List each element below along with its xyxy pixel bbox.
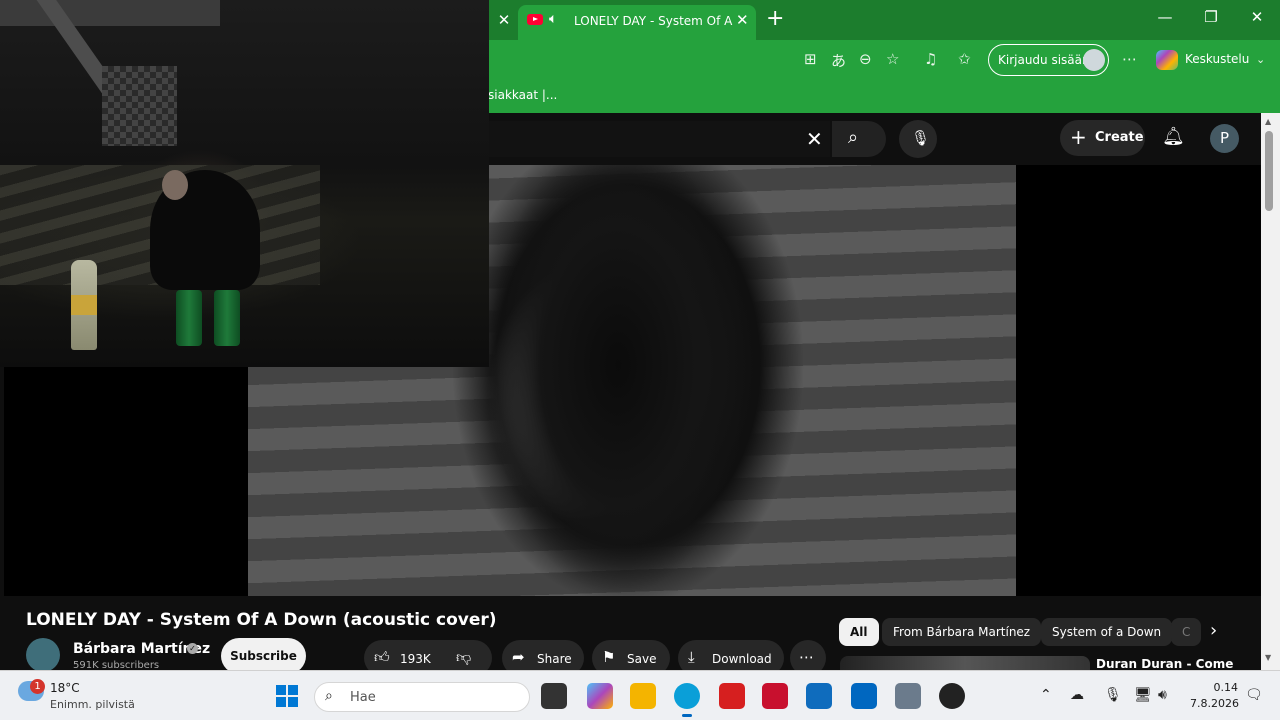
media-control-icon[interactable]: ♫ xyxy=(924,50,937,68)
weather-badge: 1 xyxy=(30,679,45,694)
chevron-right-icon[interactable]: › xyxy=(1210,620,1217,641)
beer-can xyxy=(214,290,240,346)
clock[interactable]: 0.14 7.8.2026 xyxy=(1190,680,1239,712)
copilot-label[interactable]: Keskustelu xyxy=(1185,52,1249,66)
checkered-flag xyxy=(102,66,177,146)
restore-button[interactable]: ❐ xyxy=(1199,8,1223,26)
taskbar-search[interactable]: ⌕ Hae xyxy=(314,682,530,712)
chip-partial[interactable]: C xyxy=(1171,618,1201,646)
outlook-icon[interactable] xyxy=(806,683,832,709)
download-label: Download xyxy=(712,652,772,666)
favorites-icon[interactable]: ✩ xyxy=(958,50,971,68)
favorite-item[interactable]: siakkaat |... xyxy=(488,88,557,102)
start-button[interactable] xyxy=(276,685,298,707)
file-explorer-icon[interactable] xyxy=(630,683,656,709)
minimize-button[interactable]: — xyxy=(1153,8,1177,26)
share-label: Share xyxy=(537,652,572,666)
network-icon[interactable]: 🖥︎ xyxy=(1134,687,1152,703)
clock-date: 7.8.2026 xyxy=(1190,697,1239,710)
edge-browser-icon[interactable] xyxy=(674,683,700,717)
channel-avatar[interactable] xyxy=(26,638,60,672)
profile-avatar-icon xyxy=(1083,49,1105,71)
scroll-down-icon[interactable]: ▼ xyxy=(1265,653,1271,662)
volume-icon[interactable]: 🔊︎ xyxy=(1158,687,1167,703)
close-tab-icon[interactable]: ✕ xyxy=(736,11,749,29)
thumbs-down-icon[interactable]: 👎︎ xyxy=(456,648,471,667)
app-l-icon[interactable] xyxy=(719,683,745,709)
video-subject xyxy=(488,165,748,596)
favorite-star-icon[interactable]: ☆ xyxy=(886,50,899,68)
signin-button[interactable]: Kirjaudu sisään xyxy=(988,44,1109,76)
signin-label: Kirjaudu sisään xyxy=(998,53,1090,67)
app-avatar-icon[interactable] xyxy=(895,683,921,709)
chevron-down-icon[interactable]: ⌄ xyxy=(1256,53,1265,66)
more-options-icon[interactable]: ⋯ xyxy=(1122,50,1137,68)
tab-youtube[interactable]: 🔈︎ LONELY DAY - System Of A Down ✕ xyxy=(518,5,756,40)
bottle-label xyxy=(71,295,97,315)
zoom-icon[interactable]: ⊖ xyxy=(859,50,872,68)
new-tab-button[interactable]: + xyxy=(766,6,784,32)
more-icon: ⋯ xyxy=(799,648,814,666)
recommended-title[interactable]: Duran Duran - Come xyxy=(1096,657,1233,671)
read-aloud-icon[interactable]: あ xyxy=(831,50,846,71)
save-label: Save xyxy=(627,652,657,666)
onedrive-icon[interactable]: ☁ xyxy=(1070,687,1084,703)
beer-can xyxy=(176,290,202,346)
mcafee-icon[interactable] xyxy=(762,683,788,709)
subscribe-button[interactable]: Subscribe xyxy=(221,638,306,674)
chevron-up-icon[interactable]: ⌃ xyxy=(1040,687,1052,703)
chip-all[interactable]: All xyxy=(839,618,879,646)
apps-icon[interactable]: ⊞ xyxy=(804,50,817,68)
clear-search-icon[interactable]: ✕ xyxy=(806,127,823,151)
microphone-icon[interactable]: 🎙︎ xyxy=(1104,687,1122,703)
voice-search-button[interactable]: 🎙︎ xyxy=(899,120,937,158)
search-icon: ⌕ xyxy=(848,127,859,148)
scrollbar-thumb[interactable] xyxy=(1265,131,1273,211)
copilot-icon[interactable] xyxy=(1156,50,1178,70)
create-label: Create xyxy=(1095,130,1144,145)
search-input[interactable] xyxy=(470,121,830,157)
notification-icon[interactable]: 🗨︎ xyxy=(1245,687,1263,703)
download-icon: ⤓ xyxy=(688,648,695,666)
search-placeholder: Hae xyxy=(350,690,376,705)
bottle xyxy=(71,260,97,350)
clock-time: 0.14 xyxy=(1213,681,1239,694)
ceiling-beam xyxy=(0,0,220,26)
account-avatar[interactable]: P xyxy=(1210,124,1239,153)
close-tab-icon[interactable]: ✕ xyxy=(494,8,514,32)
temperature[interactable]: 18°C xyxy=(50,681,80,695)
search-button[interactable]: ⌕ xyxy=(832,121,886,157)
copilot-app-icon[interactable] xyxy=(587,683,613,709)
search-icon: ⌕ xyxy=(325,688,333,704)
like-count[interactable]: 193K xyxy=(400,652,431,666)
page-scrollbar[interactable]: ▲ ▼ xyxy=(1261,113,1280,670)
windows-taskbar: 1 18°C Enimm. pilvistä ⌕ Hae ⌃ ☁ 🎙︎ 🖥︎ 🔊… xyxy=(0,670,1280,720)
plus-icon: + xyxy=(1070,125,1087,149)
video-title: LONELY DAY - System Of A Down (acoustic … xyxy=(26,610,497,630)
person-head xyxy=(162,170,188,200)
youtube-favicon-icon xyxy=(527,14,543,25)
chip-from-channel[interactable]: From Bárbara Martínez xyxy=(882,618,1042,646)
close-window-button[interactable]: ✕ xyxy=(1245,8,1269,26)
speaker-icon[interactable]: 🔈︎ xyxy=(549,11,557,27)
verified-badge-icon: ✓ xyxy=(187,643,198,654)
scroll-up-icon[interactable]: ▲ xyxy=(1265,117,1271,126)
tab-title: LONELY DAY - System Of A Down xyxy=(574,14,734,28)
share-icon: ➦ xyxy=(512,648,525,666)
store-icon[interactable] xyxy=(851,683,877,709)
obs-icon[interactable] xyxy=(939,683,965,709)
chip-system-of-a-down[interactable]: System of a Down xyxy=(1041,618,1173,646)
notifications-bell-icon[interactable]: 🔔︎ xyxy=(1162,126,1185,147)
microphone-icon: 🎙︎ xyxy=(911,129,931,147)
create-button[interactable]: + Create xyxy=(1060,120,1145,156)
thumbs-up-icon[interactable]: 👍︎ xyxy=(374,648,390,667)
bookmark-icon: ⚑ xyxy=(602,648,616,666)
task-view-icon[interactable] xyxy=(541,683,567,709)
weather-condition[interactable]: Enimm. pilvistä xyxy=(50,698,135,711)
webcam-overlay xyxy=(0,0,489,367)
video-info: LONELY DAY - System Of A Down (acoustic … xyxy=(4,596,1261,676)
